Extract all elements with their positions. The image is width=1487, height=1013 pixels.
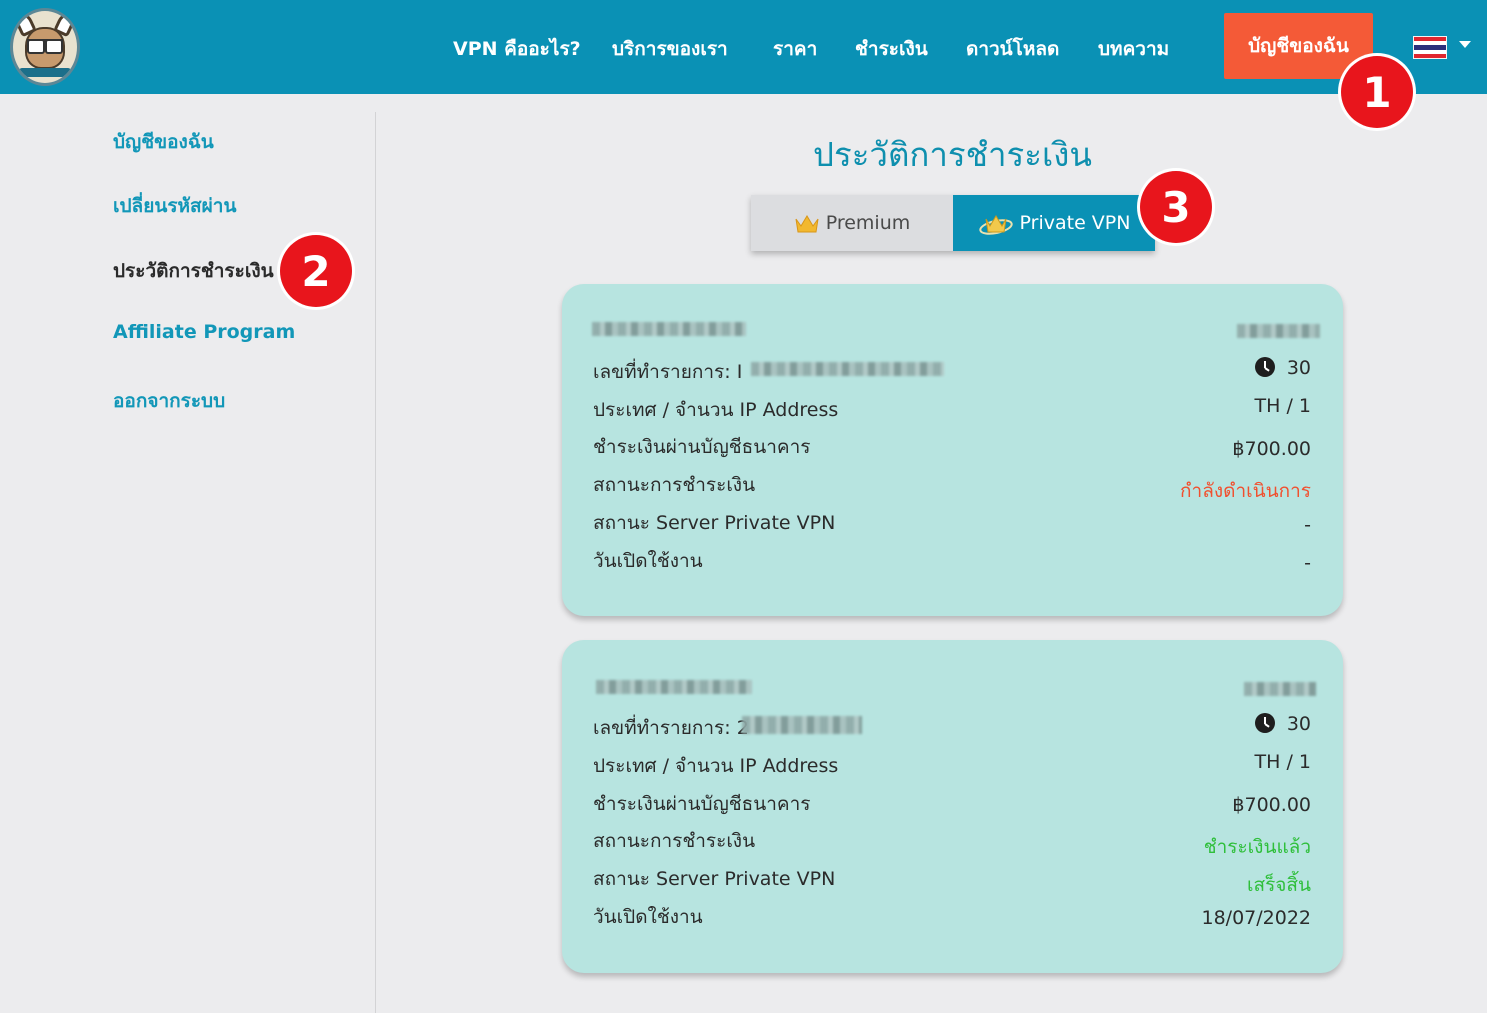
redacted-transaction-id bbox=[751, 362, 944, 376]
transaction-label: เลขที่ทำรายการ: 2 bbox=[593, 717, 749, 739]
sidebar-item-change-password[interactable]: เปลี่ยนรหัสผ่าน bbox=[113, 191, 236, 221]
tab-private-vpn[interactable]: Private VPN bbox=[953, 195, 1155, 251]
crown-icon bbox=[978, 213, 1014, 235]
row-label: สถานะการชำระเงิน bbox=[593, 474, 756, 496]
server-status-value: เสร็จสิ้น bbox=[1246, 874, 1311, 896]
top-header: VPN คืออะไร? บริการของเรา ราคา ชำระเงิน … bbox=[0, 0, 1487, 94]
row-label: วันเปิดใช้งาน bbox=[593, 550, 703, 572]
row-label: สถานะการชำระเงิน bbox=[593, 830, 756, 852]
nav-payment[interactable]: ชำระเงิน bbox=[855, 34, 928, 64]
thailand-flag-icon[interactable] bbox=[1413, 36, 1447, 59]
payment-status-value: ชำระเงินแล้ว bbox=[1203, 836, 1311, 858]
step-marker-2: 2 bbox=[280, 235, 352, 307]
logo-glasses bbox=[27, 39, 63, 54]
row-label: ประเทศ / จำนวน IP Address bbox=[593, 399, 839, 421]
logo-ribbon bbox=[19, 68, 71, 77]
page-title: ประวัติการชำระเงิน bbox=[813, 135, 1092, 174]
nav-pricing[interactable]: ราคา bbox=[773, 34, 817, 64]
duration-days: 30 bbox=[1254, 713, 1311, 735]
row-label: วันเปิดใช้งาน bbox=[593, 906, 703, 928]
payment-status-value: กำลังดำเนินการ bbox=[1180, 480, 1311, 502]
row-label: สถานะ Server Private VPN bbox=[593, 868, 836, 890]
crown-icon bbox=[794, 213, 820, 233]
sidebar-item-my-account[interactable]: บัญชีของฉัน bbox=[113, 127, 214, 157]
activation-date-value: 18/07/2022 bbox=[1201, 907, 1311, 929]
site-logo[interactable] bbox=[10, 8, 80, 86]
redacted-date bbox=[1237, 324, 1320, 338]
duration-days: 30 bbox=[1254, 357, 1311, 379]
step-marker-3: 3 bbox=[1140, 171, 1212, 243]
nav-articles[interactable]: บทความ bbox=[1098, 34, 1169, 64]
clock-icon bbox=[1254, 357, 1275, 377]
row-value: ฿700.00 bbox=[1232, 794, 1311, 816]
sidebar-item-affiliate[interactable]: Affiliate Program bbox=[113, 321, 295, 343]
sidebar-item-payment-history[interactable]: ประวัติการชำระเงิน bbox=[113, 256, 274, 286]
redacted-plan-name bbox=[596, 680, 752, 694]
payment-card: เลขที่ทำรายการ: I 30 ประเทศ / จำนวน IP A… bbox=[562, 284, 1343, 616]
transaction-label: เลขที่ทำรายการ: I bbox=[593, 361, 743, 383]
server-status-value: - bbox=[1304, 514, 1311, 536]
tab-premium-label: Premium bbox=[825, 212, 911, 234]
activation-date-value: - bbox=[1304, 552, 1311, 574]
clock-icon bbox=[1254, 713, 1275, 733]
row-value: TH / 1 bbox=[1254, 395, 1311, 417]
step-marker-1: 1 bbox=[1341, 56, 1413, 128]
sidebar-divider bbox=[375, 112, 376, 1013]
row-label: ชำระเงินผ่านบัญชีธนาคาร bbox=[593, 793, 811, 815]
sidebar-item-logout[interactable]: ออกจากระบบ bbox=[113, 386, 225, 416]
nav-services[interactable]: บริการของเรา bbox=[612, 34, 728, 64]
row-value: ฿700.00 bbox=[1232, 438, 1311, 460]
payment-card: เลขที่ทำรายการ: 2 30 ประเทศ / จำนวน IP A… bbox=[562, 640, 1343, 973]
tab-private-vpn-label: Private VPN bbox=[1019, 212, 1131, 234]
nav-what-is-vpn[interactable]: VPN คืออะไร? bbox=[453, 34, 581, 64]
row-label: สถานะ Server Private VPN bbox=[593, 512, 836, 534]
plan-tabs: Premium Private VPN bbox=[751, 195, 1155, 251]
language-dropdown-icon[interactable] bbox=[1459, 41, 1471, 48]
nav-download[interactable]: ดาวน์โหลด bbox=[966, 34, 1059, 64]
redacted-transaction-id bbox=[742, 716, 862, 734]
redacted-date bbox=[1244, 682, 1316, 696]
row-label: ประเทศ / จำนวน IP Address bbox=[593, 755, 839, 777]
redacted-plan-name bbox=[592, 322, 746, 336]
tab-premium[interactable]: Premium bbox=[751, 195, 953, 251]
row-value: TH / 1 bbox=[1254, 751, 1311, 773]
row-label: ชำระเงินผ่านบัญชีธนาคาร bbox=[593, 436, 811, 458]
